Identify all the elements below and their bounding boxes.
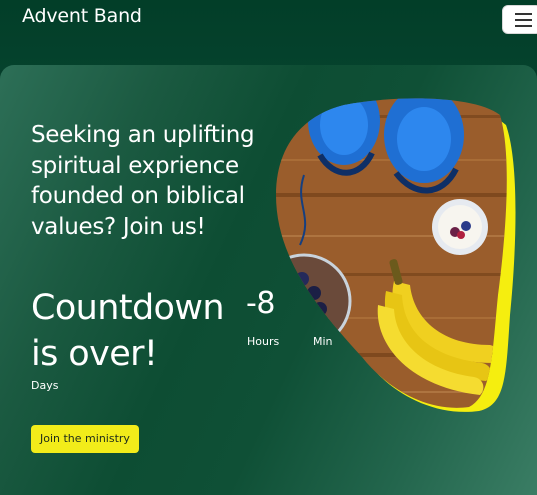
countdown-minutes-label: Min: [313, 335, 333, 348]
join-ministry-button[interactable]: Join the ministry: [31, 425, 139, 453]
hero-image: [276, 98, 516, 412]
hamburger-menu-icon-bar: [515, 25, 532, 27]
top-navbar: Advent Band: [0, 0, 537, 70]
hamburger-menu-icon-bar: [515, 19, 532, 21]
hamburger-menu-icon: [515, 13, 532, 15]
countdown-status: Countdown is over!: [31, 288, 225, 374]
countdown-hours-value: -8: [246, 286, 275, 321]
countdown-hours-label: Hours: [247, 335, 280, 348]
menu-toggle-button[interactable]: [502, 5, 537, 34]
blueberry-bowl-icon: [276, 253, 352, 349]
hero-section: Seeking an uplifting spiritual exprience…: [0, 65, 537, 495]
brand-logo-text[interactable]: Advent Band: [22, 5, 142, 27]
yogurt-cup-icon: [432, 199, 488, 255]
hero-headline: Seeking an uplifting spiritual exprience…: [31, 122, 255, 240]
countdown-days-label: Days: [31, 379, 59, 392]
